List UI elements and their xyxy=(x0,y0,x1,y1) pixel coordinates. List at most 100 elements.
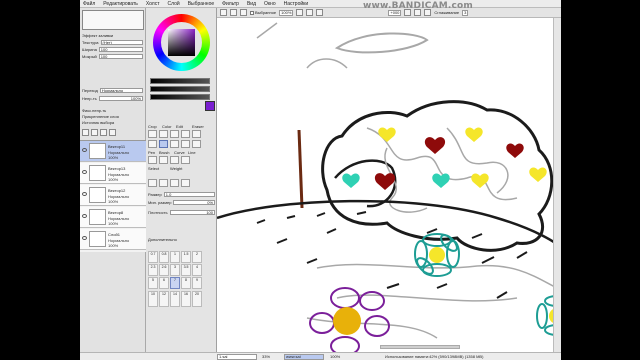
zoom-reset-icon[interactable] xyxy=(316,9,324,16)
edit-tool[interactable] xyxy=(170,156,179,164)
zoom-field[interactable]: 100% xyxy=(279,9,294,16)
rotate-tool[interactable] xyxy=(192,130,201,138)
pressure-tool[interactable] xyxy=(181,156,190,164)
texture-select[interactable]: (Нет) xyxy=(100,39,143,45)
new-vector-layer-icon[interactable] xyxy=(91,128,98,136)
opacity-slider[interactable]: 100% xyxy=(98,95,143,101)
weight-tool[interactable] xyxy=(148,156,157,164)
new-folder-icon[interactable] xyxy=(100,128,107,136)
menu-filter[interactable]: Фильтр xyxy=(222,1,239,7)
menu-window[interactable]: Окно xyxy=(264,1,276,7)
foreground-color-swatch[interactable] xyxy=(205,101,215,111)
brush-tool[interactable] xyxy=(159,140,168,148)
drawing-canvas[interactable] xyxy=(217,18,561,352)
zoom-in-icon[interactable] xyxy=(306,9,314,16)
brush-shape-soft[interactable] xyxy=(181,179,190,187)
vector-select-tool[interactable] xyxy=(192,140,201,148)
brush-size-preset[interactable]: 1.5 xyxy=(181,251,191,263)
delete-layer-icon[interactable] xyxy=(109,128,116,136)
brush-size-preset[interactable]: 2 xyxy=(192,251,202,263)
sketch-stroke xyxy=(306,58,348,69)
visibility-icon[interactable] xyxy=(82,214,87,218)
menu-layer[interactable]: Слой xyxy=(168,1,180,7)
color-tool[interactable] xyxy=(159,156,168,164)
status-bar: 1.sai 33% www.sai 100% Использование пам… xyxy=(80,352,561,360)
layer-item[interactable]: Вектор8 Нормально 100% xyxy=(80,207,146,228)
brush-size-preset[interactable]: 16 xyxy=(181,291,191,307)
visibility-icon[interactable] xyxy=(82,236,87,240)
show-selection-checkbox[interactable]: Выбранное xyxy=(250,10,276,15)
checkbox-icon xyxy=(250,10,254,15)
saturation-value-square[interactable] xyxy=(168,29,195,56)
blend-select[interactable]: Нормально xyxy=(99,87,143,93)
vertical-scrollbar[interactable] xyxy=(553,18,561,352)
color-wheel[interactable] xyxy=(153,14,210,71)
width-field[interactable]: 100 xyxy=(98,46,143,52)
navigator-preview[interactable] xyxy=(82,10,144,30)
brush-size-preset[interactable]: 3.5 xyxy=(181,264,191,276)
line-tool[interactable] xyxy=(181,140,190,148)
doc-tab[interactable]: www.sai xyxy=(284,354,324,360)
size-field[interactable]: 1.0 xyxy=(163,191,215,197)
show-selection-icon[interactable] xyxy=(240,9,247,16)
layer-item[interactable]: Слой1 Нормально 100% xyxy=(80,229,146,250)
hand-tool[interactable] xyxy=(181,130,190,138)
curve-tool[interactable] xyxy=(170,140,179,148)
layer-name: Слой1 xyxy=(108,232,120,237)
menu-view[interactable]: Вид xyxy=(247,1,256,7)
layer-thumbnail xyxy=(89,231,106,247)
brush-size-preset[interactable]: 10 xyxy=(148,291,158,307)
lasso-tool[interactable] xyxy=(159,130,168,138)
visibility-icon[interactable] xyxy=(82,170,87,174)
brush-size-preset[interactable]: 20 xyxy=(192,291,202,307)
pen-tool[interactable] xyxy=(148,140,157,148)
open-file-tab[interactable]: 1.sai xyxy=(217,354,257,360)
density-field[interactable]: 100 xyxy=(169,209,215,215)
wet-field[interactable]: 100 xyxy=(98,53,143,59)
selection-source-row[interactable]: Источник выбора xyxy=(82,119,143,125)
brush-shape-flat[interactable] xyxy=(159,179,168,187)
brush-size-preset[interactable]: 8 xyxy=(181,277,191,289)
deselect-icon[interactable] xyxy=(220,9,227,16)
menu-selection[interactable]: Выбранное xyxy=(188,1,214,7)
brush-size-preset[interactable]: 0.7 xyxy=(148,251,158,263)
brush-size-preset[interactable]: 5 xyxy=(148,277,158,289)
invert-selection-icon[interactable] xyxy=(230,9,237,16)
menu-settings[interactable]: Настройки xyxy=(284,1,309,7)
layer-item[interactable]: Вектор11 Нормально 100% xyxy=(80,141,146,162)
heart-red xyxy=(374,173,396,190)
brush-size-preset[interactable]: 2.6 xyxy=(159,264,169,276)
visibility-icon[interactable] xyxy=(82,148,87,152)
brush-shape-triangle[interactable] xyxy=(170,179,179,187)
brush-size-preset[interactable]: 12 xyxy=(159,291,169,307)
min-size-label: Мин. размер xyxy=(148,199,172,205)
menu-file[interactable]: Файл xyxy=(83,1,95,7)
select-tool[interactable] xyxy=(148,130,157,138)
layer-item[interactable]: Вектор12 Нормально 100% xyxy=(80,185,146,206)
opacity-label: Непр-ть xyxy=(82,95,97,101)
zoom-out-icon[interactable] xyxy=(296,9,304,16)
brush-size-preset[interactable]: 2.3 xyxy=(148,264,158,276)
brush-size-preset[interactable]: 14 xyxy=(170,291,180,307)
saturation-slider[interactable] xyxy=(150,86,210,92)
new-layer-icon[interactable] xyxy=(82,128,89,136)
horizontal-scrollbar[interactable] xyxy=(380,345,460,349)
advanced-row[interactable]: Дополнительно xyxy=(148,236,215,242)
visibility-icon[interactable] xyxy=(82,192,87,196)
eyedropper-tool[interactable] xyxy=(170,130,179,138)
hue-slider[interactable] xyxy=(150,78,210,84)
min-size-field[interactable]: 0% xyxy=(173,199,215,205)
brush-size-preset[interactable]: 9 xyxy=(192,277,202,289)
menu-canvas[interactable]: Холст xyxy=(146,1,160,7)
brush-size-preset[interactable]: 4 xyxy=(192,264,202,276)
value-slider[interactable] xyxy=(150,94,210,100)
brush-size-preset[interactable]: 1 xyxy=(170,251,180,263)
layer-name: Вектор12 xyxy=(108,188,126,193)
brush-shape-round[interactable] xyxy=(148,179,157,187)
brush-size-preset[interactable]: 3 xyxy=(170,264,180,276)
menu-edit[interactable]: Редактировать xyxy=(103,1,138,7)
brush-size-preset[interactable]: 7 xyxy=(170,277,180,289)
brush-size-preset[interactable]: 0.8 xyxy=(159,251,169,263)
brush-size-preset[interactable]: 6 xyxy=(159,277,169,289)
layer-item[interactable]: Вектор13 Нормально 100% xyxy=(80,163,146,184)
